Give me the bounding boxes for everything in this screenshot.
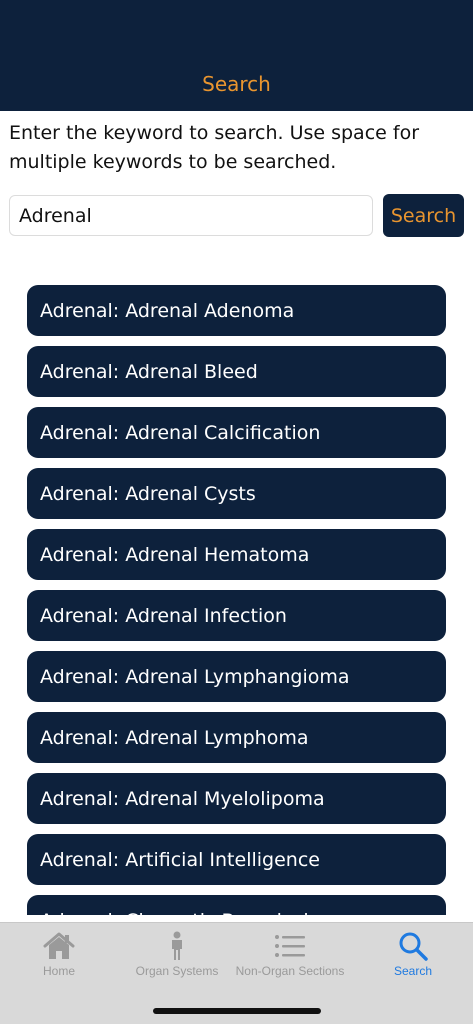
result-item[interactable]: Adrenal: Adrenal Bleed xyxy=(27,346,446,397)
tab-home[interactable]: Home xyxy=(29,923,89,983)
tab-organ-systems[interactable]: Organ Systems xyxy=(127,923,227,983)
home-icon xyxy=(43,932,75,959)
tab-search[interactable]: Search xyxy=(383,923,443,983)
list-icon xyxy=(275,935,305,957)
nav-header: Search xyxy=(0,0,473,111)
result-item[interactable]: Adrenal: Adrenal Myelolipoma xyxy=(27,773,446,824)
result-item[interactable]: Adrenal: Adrenal Lymphangioma xyxy=(27,651,446,702)
search-button[interactable]: Search xyxy=(383,194,464,237)
result-item[interactable]: Adrenal: Chemotic Brucelosis xyxy=(27,895,446,915)
search-instructions: Enter the keyword to search. Use space f… xyxy=(9,122,420,173)
result-item[interactable]: Adrenal: Adrenal Infection xyxy=(27,590,446,641)
tab-label: Non-Organ Sections xyxy=(235,964,345,978)
page-title: Search xyxy=(202,72,271,96)
result-item[interactable]: Adrenal: Adrenal Calcification xyxy=(27,407,446,458)
tab-label: Home xyxy=(42,964,75,978)
result-item[interactable]: Adrenal: Adrenal Hematoma xyxy=(27,529,446,580)
result-item[interactable]: Adrenal: Adrenal Adenoma xyxy=(27,285,446,336)
search-icon xyxy=(399,932,428,961)
tab-label: Organ Systems xyxy=(135,964,219,978)
person-icon xyxy=(172,931,182,960)
result-item[interactable]: Adrenal: Adrenal Cysts xyxy=(27,468,446,519)
result-item[interactable]: Adrenal: Artificial Intelligence xyxy=(27,834,446,885)
results-list: Adrenal: Adrenal Adenoma Adrenal: Adrena… xyxy=(0,270,473,915)
home-indicator xyxy=(153,1008,321,1014)
tab-label: Search xyxy=(393,964,433,978)
search-input[interactable] xyxy=(9,195,373,236)
result-item[interactable]: Adrenal: Adrenal Lymphoma xyxy=(27,712,446,763)
tab-non-organ-sections[interactable]: Non-Organ Sections xyxy=(230,923,350,983)
